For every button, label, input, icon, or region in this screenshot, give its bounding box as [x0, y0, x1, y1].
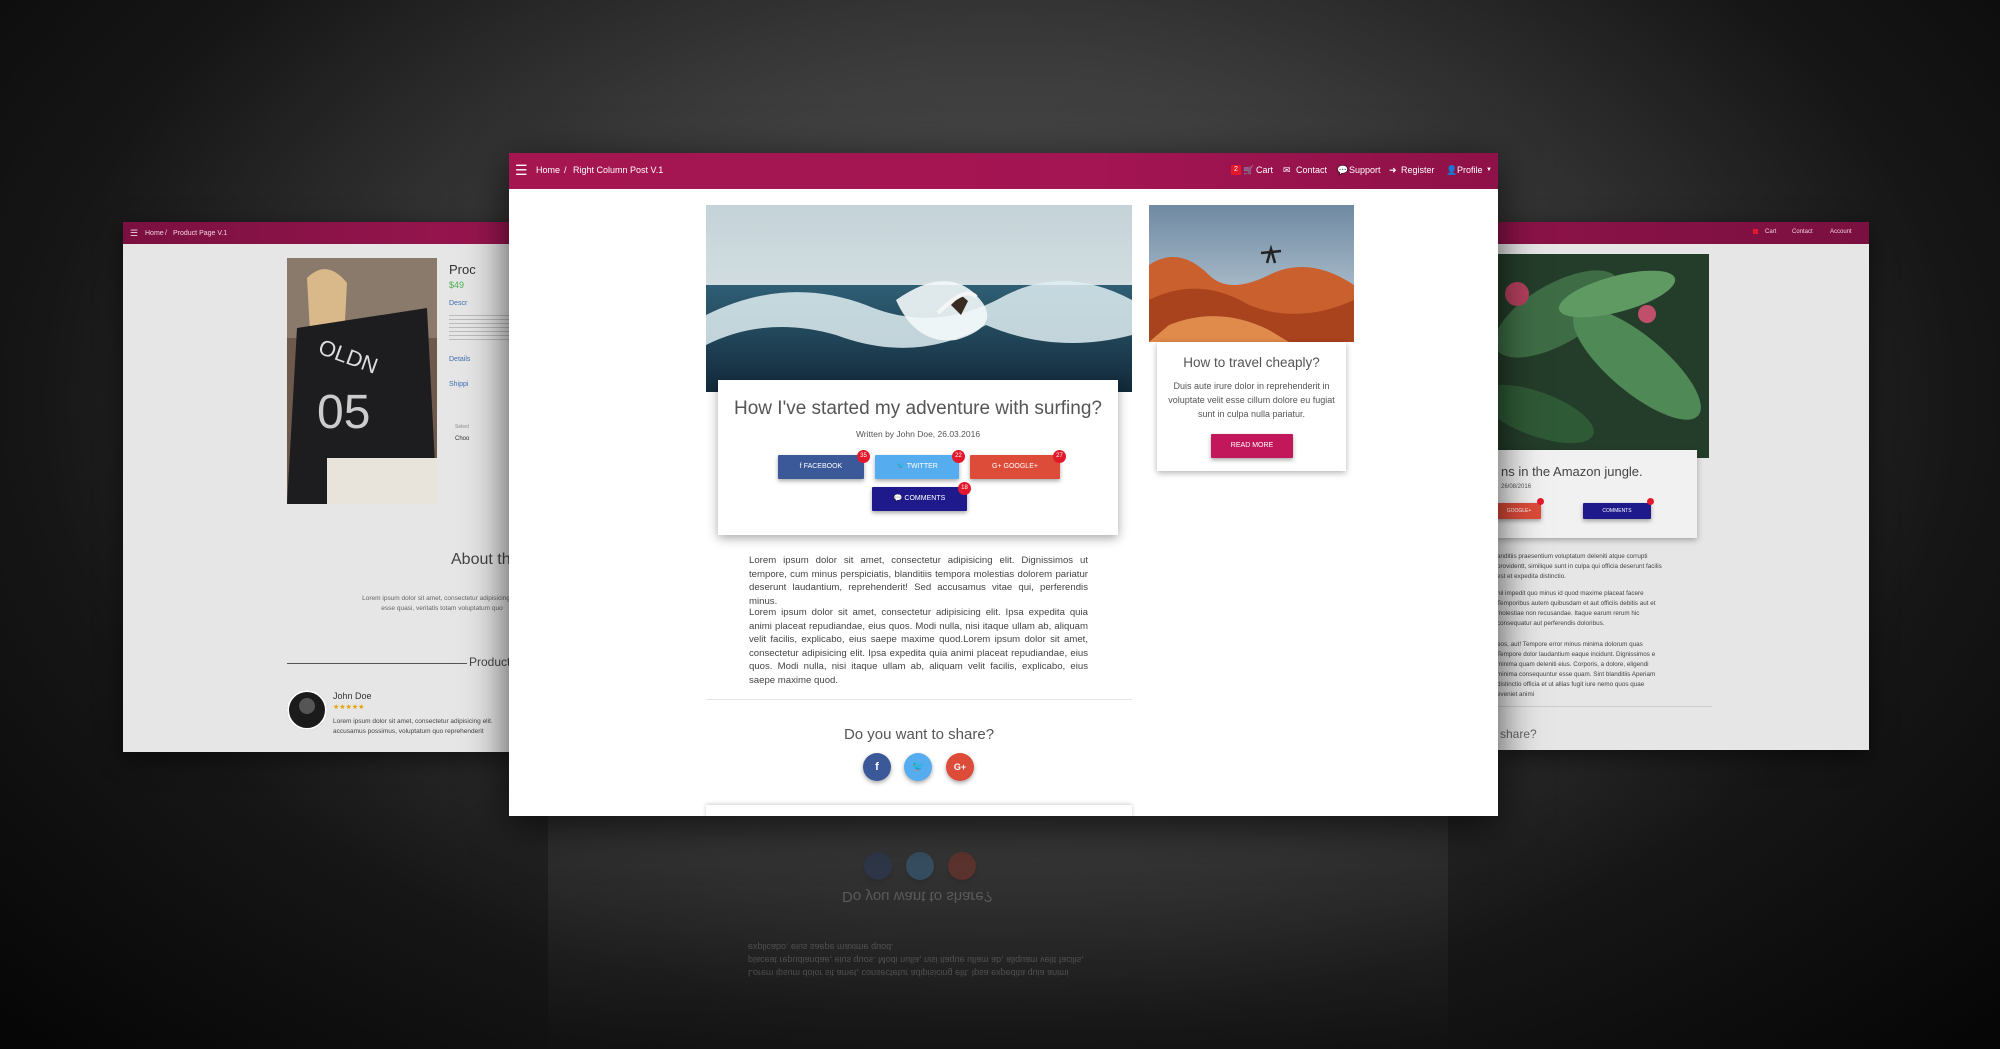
about-text: Lorem ipsum dolor sit amet, consectetur … — [362, 595, 518, 612]
divider — [706, 699, 1132, 700]
breadcrumb-separator: / — [564, 165, 567, 175]
reviewer-avatar — [287, 690, 327, 730]
post-paragraph-1: Lorem ipsum dolor sit amet, consectetur … — [749, 555, 1088, 607]
nav-cart[interactable]: Cart — [1256, 165, 1273, 175]
reflection: Do you want to share? Lorem ipsum dolor … — [548, 816, 1448, 1049]
post-paragraph-3: eos, aut! Tempore error minus minima dol… — [1497, 641, 1656, 698]
product-image: OLDN 05 — [287, 258, 437, 504]
review-text: Lorem ipsum dolor sit amet, consectetur … — [333, 718, 493, 735]
breadcrumb-home[interactable]: Home — [536, 165, 560, 175]
jungle-image — [1497, 254, 1709, 458]
comments-button[interactable]: 💬 COMMENTS — [872, 487, 967, 511]
post-meta: Written by John Doe, 26.03.2016 — [855, 429, 981, 439]
share-heading: Do you want to share? — [843, 726, 995, 743]
cart-icon[interactable]: 🛒 — [1243, 165, 1254, 176]
nav-cart[interactable]: Cart — [1765, 229, 1776, 235]
read-more-button[interactable]: READ MORE — [1211, 434, 1293, 458]
post-title: ns in the Amazon jungle. — [1501, 464, 1643, 479]
caret-down-icon: ▼ — [1486, 167, 1492, 173]
rating-stars: ★★★★★ — [333, 704, 365, 711]
tab-description[interactable]: Descr — [449, 300, 467, 307]
breadcrumb-current: Right Column Post V.1 — [573, 165, 664, 175]
facebook-icon — [864, 852, 892, 880]
twitter-icon — [906, 852, 934, 880]
comments-icon: 💬 — [893, 495, 903, 502]
facebook-count-badge: 35 — [857, 450, 870, 463]
comments-card — [706, 805, 1132, 816]
right-navbar: Cart Contact Account — [1497, 222, 1869, 244]
nav-register[interactable]: Register — [1401, 165, 1435, 175]
products-heading: Product — [469, 655, 511, 669]
facebook-icon: f — [799, 463, 802, 470]
right-window: Cart Contact Account ns in the Amazon ju… — [1497, 222, 1869, 750]
surfing-image — [706, 205, 1132, 392]
menu-icon[interactable]: ☰ — [515, 162, 528, 179]
reflection-heading: Do you want to share? — [842, 888, 993, 905]
twitter-share-circle[interactable]: 🐦 — [904, 753, 932, 781]
sign-in-icon: ➜ — [1389, 165, 1397, 175]
post-title: How I've started my adventure with surfi… — [734, 398, 1102, 419]
left-window: ☰ Home / Product Page V.1 OLDN 05 Proc $… — [123, 222, 518, 752]
select-field[interactable]: Choo — [455, 436, 469, 442]
google-count-badge — [1537, 498, 1544, 505]
post-paragraph-1: anditiis praesentium voluptatum deleniti… — [1497, 553, 1662, 580]
nav-contact[interactable]: Contact — [1792, 229, 1813, 235]
google-share-button[interactable]: G+ GOOGLE+ — [970, 455, 1060, 479]
divider — [1497, 706, 1712, 707]
twitter-icon: 🐦 — [911, 761, 925, 773]
google-plus-icon: G+ — [953, 762, 967, 772]
main-window: ☰ Home / Right Column Post V.1 2 🛒 Cart … — [509, 153, 1498, 816]
twitter-share-button[interactable]: 🐦 TWITTER — [875, 455, 959, 479]
comments-icon: 💬 — [1337, 165, 1349, 175]
google-plus-icon: G+ — [992, 463, 1002, 470]
sidebar-title: How to travel cheaply? — [1183, 355, 1320, 370]
nav-account[interactable]: Account — [1830, 229, 1852, 235]
svg-text:05: 05 — [317, 386, 370, 439]
product-price: $49 — [449, 280, 465, 290]
about-heading: About th — [451, 551, 511, 568]
user-icon: 👤 — [1446, 165, 1458, 175]
left-navbar: ☰ Home / Product Page V.1 — [123, 222, 518, 244]
reviewer-name: John Doe — [333, 691, 372, 701]
reflection-text: Lorem ipsum dolor sit amet, consectetur … — [748, 942, 1084, 978]
nav-support[interactable]: Support — [1349, 165, 1381, 175]
google-share-button[interactable]: GOOGLE+ — [1497, 503, 1541, 519]
product-title: Proc — [449, 262, 476, 277]
post-paragraph-2: hil impedit quo minus id quod maxime pla… — [1497, 590, 1656, 627]
sidebar-text: Duis aute irure dolor in reprehenderit i… — [1168, 381, 1335, 419]
travel-image — [1149, 205, 1354, 342]
breadcrumb-current: Product Page V.1 — [173, 230, 228, 237]
breadcrumb-separator: / — [165, 230, 167, 237]
google-share-circle[interactable]: G+ — [946, 753, 974, 781]
select-label: Select — [455, 424, 469, 430]
nav-contact[interactable]: Contact — [1296, 165, 1327, 175]
post-paragraph-2: Lorem ipsum dolor sit amet, consectetur … — [749, 607, 1088, 686]
description-text — [449, 312, 518, 342]
twitter-count-badge: 22 — [952, 450, 965, 463]
cart-count-badge — [1753, 229, 1758, 234]
nav-profile[interactable]: Profile — [1457, 165, 1483, 175]
comments-button[interactable]: COMMENTS — [1583, 503, 1651, 519]
facebook-share-button[interactable]: f FACEBOOK — [778, 455, 864, 479]
facebook-icon: f — [875, 761, 879, 773]
facebook-share-circle[interactable]: f — [863, 753, 891, 781]
twitter-icon: 🐦 — [896, 463, 905, 470]
comments-count-badge: 18 — [958, 482, 971, 495]
cart-count-badge: 2 — [1231, 165, 1241, 175]
tab-details[interactable]: Details — [449, 356, 470, 363]
google-plus-icon — [948, 852, 976, 880]
comments-count-badge — [1647, 498, 1654, 505]
menu-icon[interactable]: ☰ — [130, 228, 138, 239]
google-count-badge: 27 — [1053, 450, 1066, 463]
divider — [287, 663, 467, 664]
tab-shipping[interactable]: Shippi — [449, 381, 468, 388]
envelope-icon: ✉ — [1283, 165, 1291, 175]
main-navbar: ☰ Home / Right Column Post V.1 2 🛒 Cart … — [509, 153, 1498, 189]
breadcrumb-home[interactable]: Home — [145, 230, 164, 237]
share-heading: share? — [1500, 727, 1537, 741]
post-date: 26/08/2016 — [1501, 484, 1532, 490]
